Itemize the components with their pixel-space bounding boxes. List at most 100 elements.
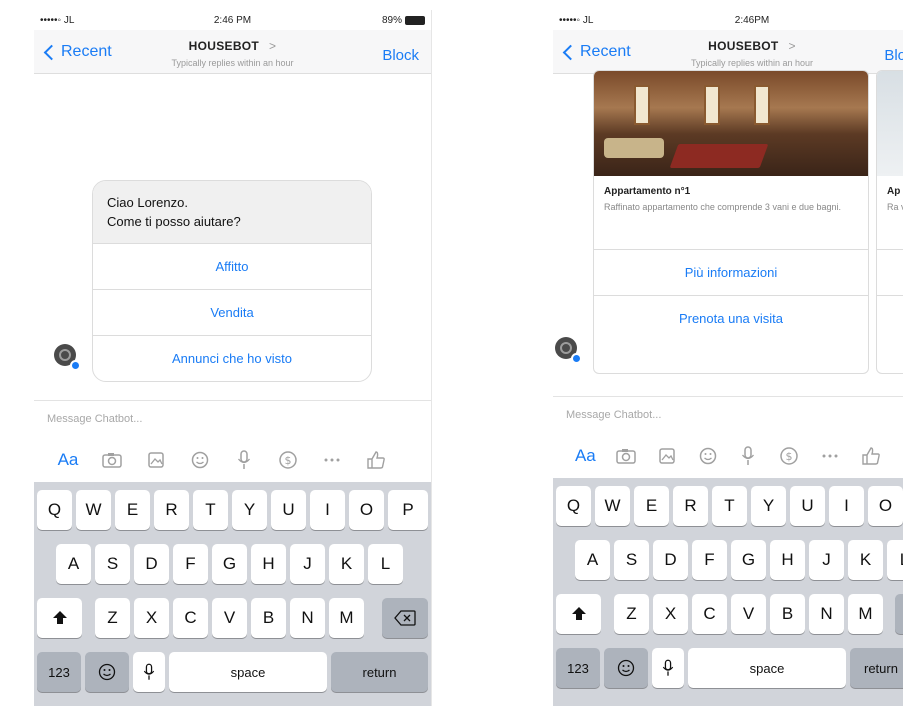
like-icon[interactable] bbox=[850, 446, 891, 466]
key-k[interactable]: K bbox=[848, 540, 883, 580]
card-button[interactable] bbox=[877, 295, 903, 341]
key-k[interactable]: K bbox=[329, 544, 364, 584]
key-n[interactable]: N bbox=[290, 598, 325, 638]
message-input[interactable]: Message Chatbot... bbox=[553, 396, 903, 432]
key-q[interactable]: Q bbox=[556, 486, 591, 526]
shift-key[interactable] bbox=[556, 594, 601, 634]
key-i[interactable]: I bbox=[829, 486, 864, 526]
key-h[interactable]: H bbox=[770, 540, 805, 580]
key-c[interactable]: C bbox=[173, 598, 208, 638]
key-e[interactable]: E bbox=[634, 486, 669, 526]
camera-icon[interactable] bbox=[606, 448, 647, 464]
key-z[interactable]: Z bbox=[95, 598, 130, 638]
key-v[interactable]: V bbox=[731, 594, 766, 634]
key-a[interactable]: A bbox=[575, 540, 610, 580]
key-t[interactable]: T bbox=[712, 486, 747, 526]
more-icon[interactable] bbox=[810, 453, 851, 459]
emoji-icon bbox=[98, 663, 116, 681]
key-f[interactable]: F bbox=[173, 544, 208, 584]
key-r[interactable]: R bbox=[673, 486, 708, 526]
key-y[interactable]: Y bbox=[232, 490, 267, 530]
key-s[interactable]: S bbox=[614, 540, 649, 580]
numbers-key[interactable]: 123 bbox=[37, 652, 81, 692]
text-format-icon[interactable]: Aa bbox=[46, 450, 90, 470]
key-s[interactable]: S bbox=[95, 544, 130, 584]
text-format-icon[interactable]: Aa bbox=[565, 446, 606, 466]
backspace-key[interactable] bbox=[895, 594, 903, 634]
emoji-icon[interactable] bbox=[178, 451, 222, 469]
book-visit-button[interactable]: Prenota una visita bbox=[594, 295, 868, 341]
message-input[interactable]: Message Chatbot... bbox=[34, 400, 431, 436]
quick-reply-vendita[interactable]: Vendita bbox=[93, 289, 371, 335]
gallery-icon[interactable] bbox=[647, 447, 688, 465]
key-y[interactable]: Y bbox=[751, 486, 786, 526]
key-f[interactable]: F bbox=[692, 540, 727, 580]
emoji-key[interactable] bbox=[604, 648, 648, 688]
numbers-key[interactable]: 123 bbox=[556, 648, 600, 688]
key-e[interactable]: E bbox=[115, 490, 150, 530]
mic-icon[interactable] bbox=[728, 446, 769, 466]
key-z[interactable]: Z bbox=[614, 594, 649, 634]
key-u[interactable]: U bbox=[271, 490, 306, 530]
key-j[interactable]: J bbox=[809, 540, 844, 580]
block-button[interactable]: Block bbox=[382, 47, 419, 64]
key-a[interactable]: A bbox=[56, 544, 91, 584]
gallery-icon[interactable] bbox=[134, 451, 178, 469]
key-u[interactable]: U bbox=[790, 486, 825, 526]
key-c[interactable]: C bbox=[692, 594, 727, 634]
key-x[interactable]: X bbox=[653, 594, 688, 634]
chat-title[interactable]: HOUSEBOT > bbox=[553, 39, 903, 53]
block-button[interactable]: Block bbox=[884, 47, 903, 64]
payment-icon[interactable]: $ bbox=[769, 446, 810, 466]
key-g[interactable]: G bbox=[212, 544, 247, 584]
return-key[interactable]: return bbox=[331, 652, 428, 692]
key-p[interactable]: P bbox=[388, 490, 428, 530]
emoji-icon bbox=[617, 659, 635, 677]
key-w[interactable]: W bbox=[76, 490, 111, 530]
return-key[interactable]: return bbox=[850, 648, 903, 688]
key-w[interactable]: W bbox=[595, 486, 630, 526]
key-h[interactable]: H bbox=[251, 544, 286, 584]
space-key[interactable]: space bbox=[169, 652, 327, 692]
key-r[interactable]: R bbox=[154, 490, 189, 530]
emoji-icon[interactable] bbox=[687, 447, 728, 465]
more-icon[interactable] bbox=[310, 457, 354, 463]
key-t[interactable]: T bbox=[193, 490, 228, 530]
key-q[interactable]: Q bbox=[37, 490, 72, 530]
message-line: Come ti posso aiutare? bbox=[107, 214, 241, 229]
card-description: Raffinato appartamento che comprende 3 v… bbox=[604, 202, 841, 212]
key-i[interactable]: I bbox=[310, 490, 345, 530]
key-o[interactable]: O bbox=[349, 490, 384, 530]
key-b[interactable]: B bbox=[770, 594, 805, 634]
key-d[interactable]: D bbox=[134, 544, 169, 584]
camera-icon[interactable] bbox=[90, 452, 134, 468]
key-g[interactable]: G bbox=[731, 540, 766, 580]
dictation-key[interactable] bbox=[133, 652, 165, 692]
dictation-key[interactable] bbox=[652, 648, 684, 688]
shift-key[interactable] bbox=[37, 598, 82, 638]
key-m[interactable]: M bbox=[848, 594, 883, 634]
quick-reply-affitto[interactable]: Affitto bbox=[93, 243, 371, 289]
key-x[interactable]: X bbox=[134, 598, 169, 638]
chat-title[interactable]: HOUSEBOT > bbox=[34, 39, 431, 53]
key-o[interactable]: O bbox=[868, 486, 903, 526]
key-l[interactable]: L bbox=[368, 544, 403, 584]
emoji-key[interactable] bbox=[85, 652, 129, 692]
quick-reply-annunci[interactable]: Annunci che ho visto bbox=[93, 335, 371, 381]
space-key[interactable]: space bbox=[688, 648, 846, 688]
like-icon[interactable] bbox=[354, 450, 398, 470]
key-j[interactable]: J bbox=[290, 544, 325, 584]
mic-icon[interactable] bbox=[222, 450, 266, 470]
key-m[interactable]: M bbox=[329, 598, 364, 638]
payment-icon[interactable]: $ bbox=[266, 450, 310, 470]
key-v[interactable]: V bbox=[212, 598, 247, 638]
property-card-next[interactable]: Ap Ra va bbox=[876, 70, 903, 374]
key-l[interactable]: L bbox=[887, 540, 903, 580]
card-button[interactable] bbox=[877, 249, 903, 295]
messenger-screen-quick-replies: •••••◦ JL 2:46 PM 89% Recent HOUSEBOT > T… bbox=[34, 10, 432, 706]
key-d[interactable]: D bbox=[653, 540, 688, 580]
more-info-button[interactable]: Più informazioni bbox=[594, 249, 868, 295]
backspace-key[interactable] bbox=[382, 598, 428, 638]
key-n[interactable]: N bbox=[809, 594, 844, 634]
key-b[interactable]: B bbox=[251, 598, 286, 638]
